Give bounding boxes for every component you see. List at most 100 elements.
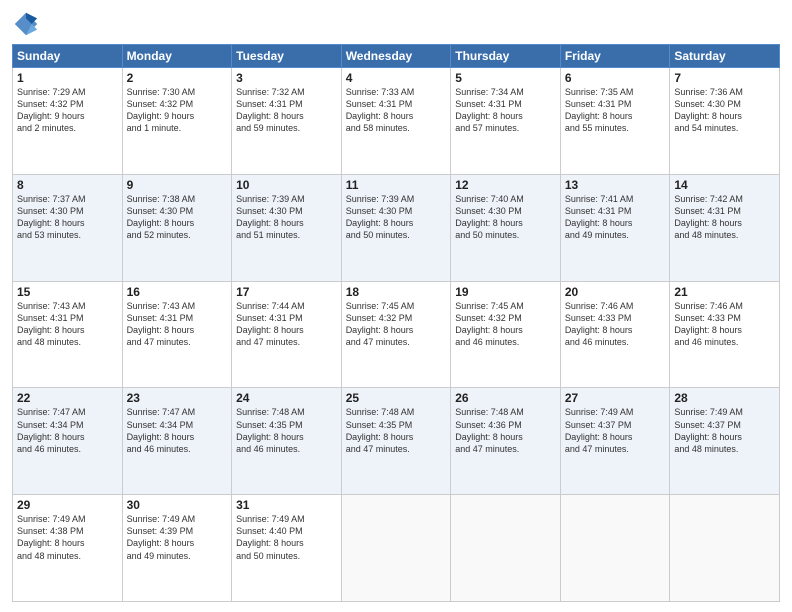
day-info: Sunrise: 7:37 AM Sunset: 4:30 PM Dayligh…: [17, 193, 118, 242]
calendar-cell: 17Sunrise: 7:44 AM Sunset: 4:31 PM Dayli…: [232, 281, 342, 388]
calendar-cell: 31Sunrise: 7:49 AM Sunset: 4:40 PM Dayli…: [232, 495, 342, 602]
weekday-header-tuesday: Tuesday: [232, 45, 342, 68]
calendar-cell: 28Sunrise: 7:49 AM Sunset: 4:37 PM Dayli…: [670, 388, 780, 495]
day-number: 5: [455, 71, 556, 85]
day-info: Sunrise: 7:30 AM Sunset: 4:32 PM Dayligh…: [127, 86, 228, 135]
page: SundayMondayTuesdayWednesdayThursdayFrid…: [0, 0, 792, 612]
day-info: Sunrise: 7:46 AM Sunset: 4:33 PM Dayligh…: [565, 300, 666, 349]
calendar-cell: [670, 495, 780, 602]
day-info: Sunrise: 7:32 AM Sunset: 4:31 PM Dayligh…: [236, 86, 337, 135]
day-info: Sunrise: 7:48 AM Sunset: 4:35 PM Dayligh…: [346, 406, 447, 455]
calendar-cell: 14Sunrise: 7:42 AM Sunset: 4:31 PM Dayli…: [670, 174, 780, 281]
day-number: 4: [346, 71, 447, 85]
day-info: Sunrise: 7:45 AM Sunset: 4:32 PM Dayligh…: [455, 300, 556, 349]
day-number: 19: [455, 285, 556, 299]
day-number: 23: [127, 391, 228, 405]
calendar-cell: 4Sunrise: 7:33 AM Sunset: 4:31 PM Daylig…: [341, 68, 451, 175]
day-number: 11: [346, 178, 447, 192]
calendar-cell: 30Sunrise: 7:49 AM Sunset: 4:39 PM Dayli…: [122, 495, 232, 602]
day-info: Sunrise: 7:47 AM Sunset: 4:34 PM Dayligh…: [127, 406, 228, 455]
calendar-cell: 2Sunrise: 7:30 AM Sunset: 4:32 PM Daylig…: [122, 68, 232, 175]
day-info: Sunrise: 7:33 AM Sunset: 4:31 PM Dayligh…: [346, 86, 447, 135]
calendar-cell: 11Sunrise: 7:39 AM Sunset: 4:30 PM Dayli…: [341, 174, 451, 281]
day-number: 25: [346, 391, 447, 405]
calendar-cell: 27Sunrise: 7:49 AM Sunset: 4:37 PM Dayli…: [560, 388, 670, 495]
calendar-cell: [560, 495, 670, 602]
calendar-cell: [341, 495, 451, 602]
day-number: 24: [236, 391, 337, 405]
day-info: Sunrise: 7:43 AM Sunset: 4:31 PM Dayligh…: [17, 300, 118, 349]
day-info: Sunrise: 7:49 AM Sunset: 4:37 PM Dayligh…: [565, 406, 666, 455]
day-info: Sunrise: 7:48 AM Sunset: 4:36 PM Dayligh…: [455, 406, 556, 455]
day-info: Sunrise: 7:49 AM Sunset: 4:37 PM Dayligh…: [674, 406, 775, 455]
day-info: Sunrise: 7:46 AM Sunset: 4:33 PM Dayligh…: [674, 300, 775, 349]
day-number: 1: [17, 71, 118, 85]
calendar-cell: 7Sunrise: 7:36 AM Sunset: 4:30 PM Daylig…: [670, 68, 780, 175]
calendar-cell: 26Sunrise: 7:48 AM Sunset: 4:36 PM Dayli…: [451, 388, 561, 495]
day-info: Sunrise: 7:49 AM Sunset: 4:38 PM Dayligh…: [17, 513, 118, 562]
header: [12, 10, 780, 38]
calendar-cell: 9Sunrise: 7:38 AM Sunset: 4:30 PM Daylig…: [122, 174, 232, 281]
day-number: 26: [455, 391, 556, 405]
day-info: Sunrise: 7:44 AM Sunset: 4:31 PM Dayligh…: [236, 300, 337, 349]
calendar-cell: 10Sunrise: 7:39 AM Sunset: 4:30 PM Dayli…: [232, 174, 342, 281]
calendar-cell: 12Sunrise: 7:40 AM Sunset: 4:30 PM Dayli…: [451, 174, 561, 281]
weekday-header-friday: Friday: [560, 45, 670, 68]
day-info: Sunrise: 7:39 AM Sunset: 4:30 PM Dayligh…: [346, 193, 447, 242]
day-info: Sunrise: 7:45 AM Sunset: 4:32 PM Dayligh…: [346, 300, 447, 349]
logo: [12, 10, 44, 38]
calendar-cell: 23Sunrise: 7:47 AM Sunset: 4:34 PM Dayli…: [122, 388, 232, 495]
day-number: 3: [236, 71, 337, 85]
calendar-cell: 5Sunrise: 7:34 AM Sunset: 4:31 PM Daylig…: [451, 68, 561, 175]
weekday-header-thursday: Thursday: [451, 45, 561, 68]
calendar-cell: 19Sunrise: 7:45 AM Sunset: 4:32 PM Dayli…: [451, 281, 561, 388]
calendar-cell: 8Sunrise: 7:37 AM Sunset: 4:30 PM Daylig…: [13, 174, 123, 281]
day-number: 10: [236, 178, 337, 192]
day-info: Sunrise: 7:38 AM Sunset: 4:30 PM Dayligh…: [127, 193, 228, 242]
calendar-cell: 21Sunrise: 7:46 AM Sunset: 4:33 PM Dayli…: [670, 281, 780, 388]
day-number: 16: [127, 285, 228, 299]
day-number: 15: [17, 285, 118, 299]
weekday-header-saturday: Saturday: [670, 45, 780, 68]
day-number: 2: [127, 71, 228, 85]
day-number: 22: [17, 391, 118, 405]
calendar-cell: [451, 495, 561, 602]
day-number: 27: [565, 391, 666, 405]
day-info: Sunrise: 7:49 AM Sunset: 4:40 PM Dayligh…: [236, 513, 337, 562]
weekday-header-monday: Monday: [122, 45, 232, 68]
day-info: Sunrise: 7:42 AM Sunset: 4:31 PM Dayligh…: [674, 193, 775, 242]
day-info: Sunrise: 7:34 AM Sunset: 4:31 PM Dayligh…: [455, 86, 556, 135]
calendar-cell: 20Sunrise: 7:46 AM Sunset: 4:33 PM Dayli…: [560, 281, 670, 388]
day-number: 8: [17, 178, 118, 192]
day-info: Sunrise: 7:39 AM Sunset: 4:30 PM Dayligh…: [236, 193, 337, 242]
calendar-cell: 15Sunrise: 7:43 AM Sunset: 4:31 PM Dayli…: [13, 281, 123, 388]
day-info: Sunrise: 7:49 AM Sunset: 4:39 PM Dayligh…: [127, 513, 228, 562]
calendar-cell: 3Sunrise: 7:32 AM Sunset: 4:31 PM Daylig…: [232, 68, 342, 175]
calendar-cell: 13Sunrise: 7:41 AM Sunset: 4:31 PM Dayli…: [560, 174, 670, 281]
day-number: 30: [127, 498, 228, 512]
day-number: 14: [674, 178, 775, 192]
day-number: 13: [565, 178, 666, 192]
day-number: 12: [455, 178, 556, 192]
day-info: Sunrise: 7:48 AM Sunset: 4:35 PM Dayligh…: [236, 406, 337, 455]
day-info: Sunrise: 7:29 AM Sunset: 4:32 PM Dayligh…: [17, 86, 118, 135]
day-info: Sunrise: 7:47 AM Sunset: 4:34 PM Dayligh…: [17, 406, 118, 455]
day-number: 18: [346, 285, 447, 299]
calendar-cell: 18Sunrise: 7:45 AM Sunset: 4:32 PM Dayli…: [341, 281, 451, 388]
weekday-header-wednesday: Wednesday: [341, 45, 451, 68]
calendar-cell: 6Sunrise: 7:35 AM Sunset: 4:31 PM Daylig…: [560, 68, 670, 175]
day-number: 21: [674, 285, 775, 299]
day-info: Sunrise: 7:35 AM Sunset: 4:31 PM Dayligh…: [565, 86, 666, 135]
weekday-header-sunday: Sunday: [13, 45, 123, 68]
day-number: 7: [674, 71, 775, 85]
day-info: Sunrise: 7:43 AM Sunset: 4:31 PM Dayligh…: [127, 300, 228, 349]
calendar-cell: 25Sunrise: 7:48 AM Sunset: 4:35 PM Dayli…: [341, 388, 451, 495]
calendar-cell: 29Sunrise: 7:49 AM Sunset: 4:38 PM Dayli…: [13, 495, 123, 602]
day-number: 17: [236, 285, 337, 299]
day-info: Sunrise: 7:40 AM Sunset: 4:30 PM Dayligh…: [455, 193, 556, 242]
day-info: Sunrise: 7:36 AM Sunset: 4:30 PM Dayligh…: [674, 86, 775, 135]
calendar-cell: 16Sunrise: 7:43 AM Sunset: 4:31 PM Dayli…: [122, 281, 232, 388]
calendar-cell: 22Sunrise: 7:47 AM Sunset: 4:34 PM Dayli…: [13, 388, 123, 495]
calendar-cell: 24Sunrise: 7:48 AM Sunset: 4:35 PM Dayli…: [232, 388, 342, 495]
day-info: Sunrise: 7:41 AM Sunset: 4:31 PM Dayligh…: [565, 193, 666, 242]
